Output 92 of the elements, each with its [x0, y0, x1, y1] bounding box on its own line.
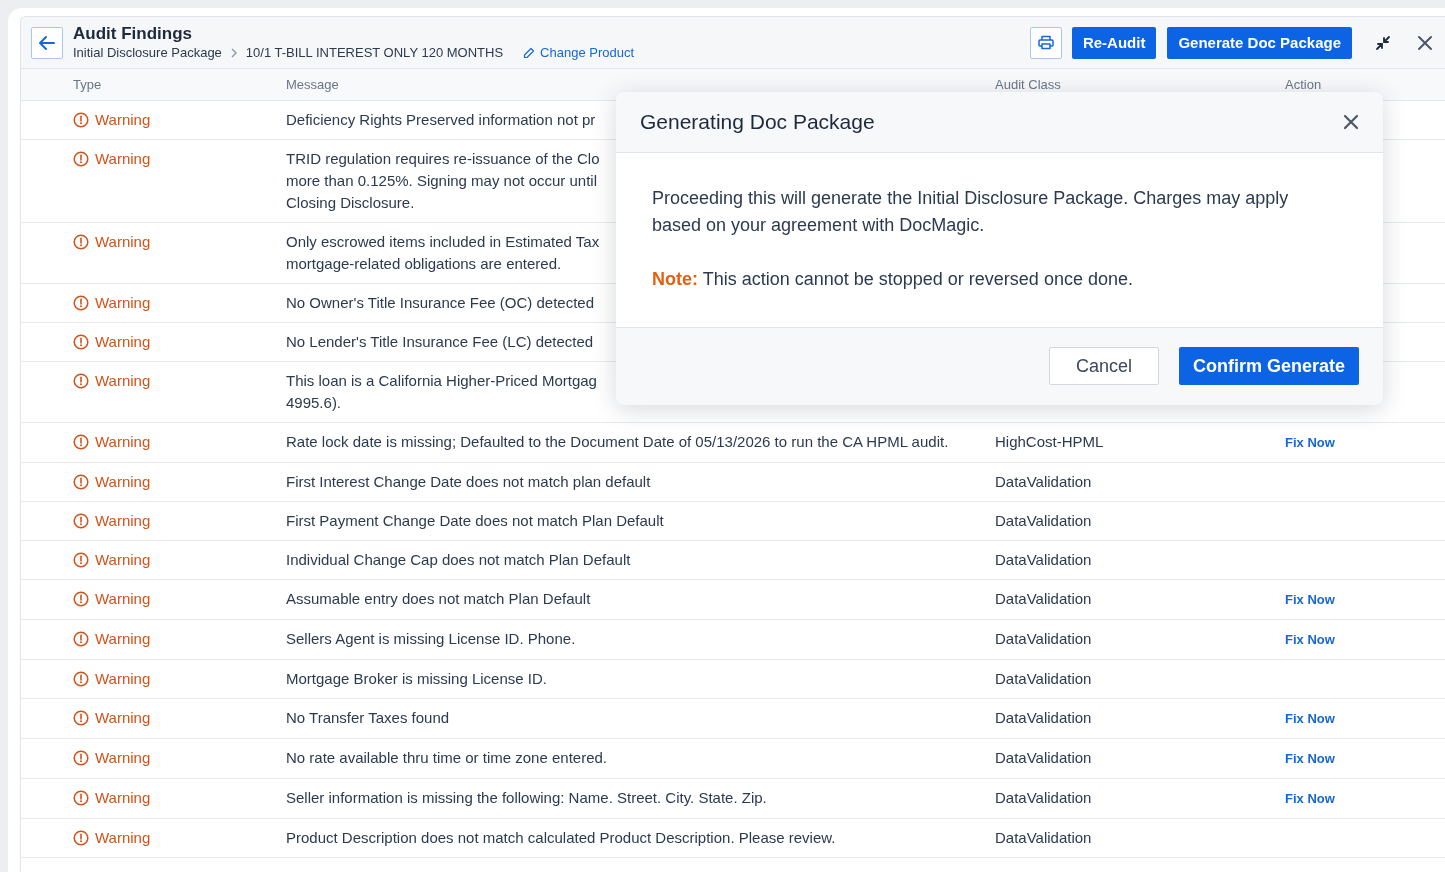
finding-message: Only escrowed items included in Estimated Tax mortgage-related obligations are entered. — [286, 233, 600, 272]
column-header: Message — [286, 77, 339, 92]
cancel-button[interactable]: Cancel — [1048, 347, 1159, 385]
warning-icon — [73, 790, 89, 806]
finding-message: First Interest Change Date does not match plan default — [286, 473, 651, 490]
audit-class: DataValidation — [995, 709, 1092, 726]
warning-icon — [73, 591, 89, 607]
finding-message: Mortgage Broker is missing License ID. — [286, 670, 547, 687]
fix-now-link[interactable]: Fix Now — [1285, 629, 1335, 651]
warning-icon — [73, 112, 89, 128]
finding-message: No Owner's Title Insurance Fee (OC) detected — [286, 294, 594, 311]
warning-label: Warning — [95, 589, 151, 609]
back-button[interactable] — [31, 26, 63, 59]
warning-icon — [73, 373, 89, 389]
warning-label: Warning — [95, 472, 151, 492]
breadcrumb-item: 10/1 T-BILL INTEREST ONLY 120 MONTHS — [245, 43, 504, 62]
finding-message: Seller information is missing the following: Name. Street. City. State. Zip. — [286, 789, 767, 806]
header-button[interactable]: Re-Audit — [1071, 26, 1157, 59]
dialog-note: Note: This action cannot be stopped or reversed once done. — [652, 268, 1134, 291]
warning-label: Warning — [95, 748, 151, 768]
warning-label: Warning — [95, 110, 151, 130]
close-icon — [1417, 34, 1433, 51]
chevron-icon — [229, 47, 238, 58]
warning-label: Warning — [95, 828, 151, 848]
printer-icon — [1037, 35, 1054, 50]
warning-icon — [73, 830, 89, 846]
change-product-link[interactable]: Change Product — [523, 45, 635, 60]
finding-message: No rate available thru time or time zone entered. — [286, 749, 607, 766]
warning-icon — [73, 474, 89, 490]
audit-class: DataValidation — [995, 829, 1092, 846]
finding-message: First Payment Change Date does not match Plan Default — [286, 512, 664, 529]
warning-icon — [73, 434, 89, 450]
confirm-button[interactable]: Confirm Generate — [1178, 347, 1359, 385]
collapse-arrows-icon — [1375, 34, 1391, 51]
column-header: Type — [73, 77, 102, 92]
finding-message: No Transfer Taxes found — [286, 709, 450, 726]
audit-class: DataValidation — [995, 590, 1092, 607]
fix-now-link[interactable]: Fix Now — [1285, 788, 1335, 810]
warning-icon — [73, 631, 89, 647]
finding-message: Deficiency Rights Preserved information not pr — [286, 111, 596, 128]
finding-message: Product Description does not match calculated Product Description. Please review. — [286, 829, 836, 846]
page-title: Audit Findings — [73, 23, 193, 44]
warning-label: Warning — [95, 550, 151, 570]
column-header: Audit Class — [995, 77, 1061, 92]
audit-class: DataValidation — [995, 630, 1092, 647]
close-icon — [1343, 114, 1359, 130]
fix-now-link[interactable]: Fix Now — [1285, 748, 1335, 770]
finding-message: No Lender's Title Insurance Fee (LC) detected — [286, 333, 594, 350]
warning-icon — [73, 552, 89, 568]
audit-class: DataValidation — [995, 670, 1092, 687]
finding-message: Individual Change Cap does not match Plan Default — [286, 551, 631, 568]
warning-icon — [73, 151, 89, 167]
warning-icon — [73, 513, 89, 529]
warning-label: Warning — [95, 669, 151, 689]
warning-icon — [73, 710, 89, 726]
dialog-message: Proceeding this will generate the Initial Disclosure Package. Charges may apply based on your agreement with DocMagic. — [652, 187, 1290, 237]
breadcrumb-item: Initial Disclosure Package — [73, 43, 222, 62]
warning-label: Warning — [95, 293, 151, 313]
column-header: Action — [1285, 77, 1322, 92]
print-button[interactable] — [1029, 26, 1062, 59]
finding-message: TRID regulation requires re-issuance of the Clo more than 0.125%. Signing may not occur until Closing Disclosure. — [286, 150, 600, 211]
warning-label: Warning — [95, 149, 151, 169]
warning-label: Warning — [95, 432, 151, 452]
audit-class: DataValidation — [995, 551, 1092, 568]
audit-class: DataValidation — [995, 512, 1092, 529]
warning-label: Warning — [95, 371, 151, 391]
warning-icon — [73, 234, 89, 250]
back-arrow-icon — [38, 34, 56, 51]
fix-now-link[interactable]: Fix Now — [1285, 708, 1335, 730]
pencil-icon — [523, 46, 536, 59]
audit-class: DataValidation — [995, 473, 1092, 490]
finding-message: Assumable entry does not match Plan Default — [286, 590, 591, 607]
warning-icon — [73, 671, 89, 687]
audit-class: DataValidation — [995, 749, 1092, 766]
warning-icon — [73, 334, 89, 350]
warning-label: Warning — [95, 629, 151, 649]
finding-message: Sellers Agent is missing License ID. Phone. — [286, 630, 576, 647]
finding-message: This loan is a California Higher-Priced Mortgag 4995.6). — [286, 372, 597, 411]
warning-icon — [73, 750, 89, 766]
warning-label: Warning — [95, 332, 151, 352]
fix-now-link[interactable]: Fix Now — [1285, 432, 1335, 454]
finding-message: Rate lock date is missing; Defaulted to the Document Date of 05/13/2026 to run the CA HPML audit. — [286, 433, 949, 450]
warning-label: Warning — [95, 232, 151, 252]
dialog-title: Generating Doc Package — [640, 110, 875, 134]
warning-label: Warning — [95, 708, 151, 728]
warning-label: Warning — [95, 511, 151, 531]
warning-label: Warning — [95, 788, 151, 808]
warning-icon — [73, 295, 89, 311]
audit-class: HighCost-HPML — [995, 433, 1104, 450]
fix-now-link[interactable]: Fix Now — [1285, 589, 1335, 611]
audit-class: DataValidation — [995, 789, 1092, 806]
header-button[interactable]: Generate Doc Package — [1167, 26, 1352, 59]
